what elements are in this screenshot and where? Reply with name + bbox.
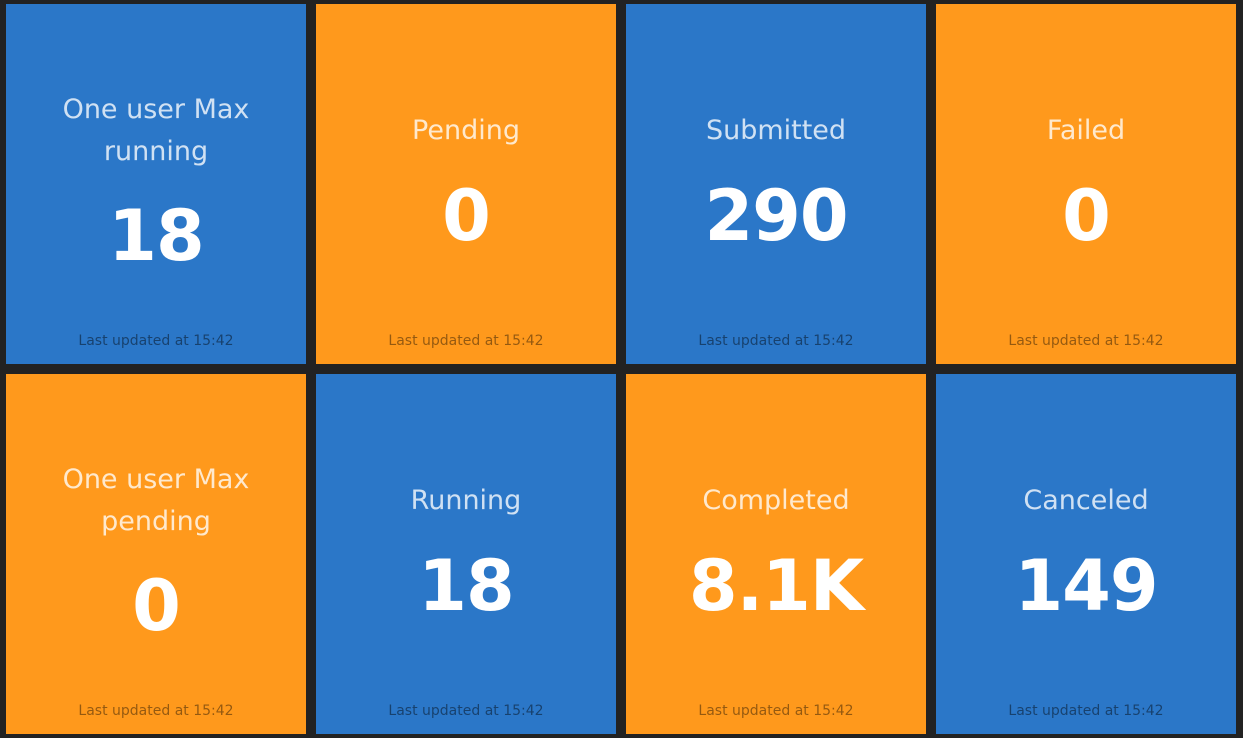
tile-updated-text: Last updated at 15:42	[388, 333, 544, 349]
tile-canceled[interactable]: Canceled 149 Last updated at 15:42	[936, 374, 1236, 734]
tile-value: 0	[1062, 175, 1111, 257]
tile-value: 18	[108, 195, 204, 277]
tile-failed[interactable]: Failed 0 Last updated at 15:42	[936, 4, 1236, 364]
tile-title: Submitted	[705, 115, 847, 146]
tile-updated-text: Last updated at 15:42	[698, 333, 854, 349]
tile-updated-text: Last updated at 15:42	[78, 703, 234, 719]
tile-title: Running	[410, 485, 522, 516]
tile-value: 8.1K	[688, 545, 864, 627]
tile-value: 149	[1014, 545, 1158, 627]
tile-title: Completed	[702, 485, 850, 516]
tile-updated-text: Last updated at 15:42	[1008, 333, 1164, 349]
tile-updated-text: Last updated at 15:42	[1008, 703, 1164, 719]
tile-completed[interactable]: Completed 8.1K Last updated at 15:42	[626, 374, 926, 734]
tile-one-user-max-pending[interactable]: One user Max pending 0 Last updated at 1…	[6, 374, 306, 734]
dashboard-grid: One user Max running 18 Last updated at …	[0, 0, 1243, 738]
tile-one-user-max-running[interactable]: One user Max running 18 Last updated at …	[6, 4, 306, 364]
tile-value: 0	[132, 565, 181, 647]
tile-title: Failed	[1046, 115, 1126, 146]
tile-value: 18	[418, 545, 514, 627]
tile-value: 290	[704, 175, 848, 257]
tile-title: One user Max pending	[62, 464, 250, 537]
tile-updated-text: Last updated at 15:42	[698, 703, 854, 719]
tile-updated-text: Last updated at 15:42	[388, 703, 544, 719]
tile-title: One user Max running	[62, 94, 250, 167]
tile-title: Pending	[412, 115, 520, 146]
tile-running[interactable]: Running 18 Last updated at 15:42	[316, 374, 616, 734]
tile-updated-text: Last updated at 15:42	[78, 333, 234, 349]
tile-pending[interactable]: Pending 0 Last updated at 15:42	[316, 4, 616, 364]
tile-title: Canceled	[1023, 485, 1149, 516]
tile-submitted[interactable]: Submitted 290 Last updated at 15:42	[626, 4, 926, 364]
tile-value: 0	[442, 175, 491, 257]
